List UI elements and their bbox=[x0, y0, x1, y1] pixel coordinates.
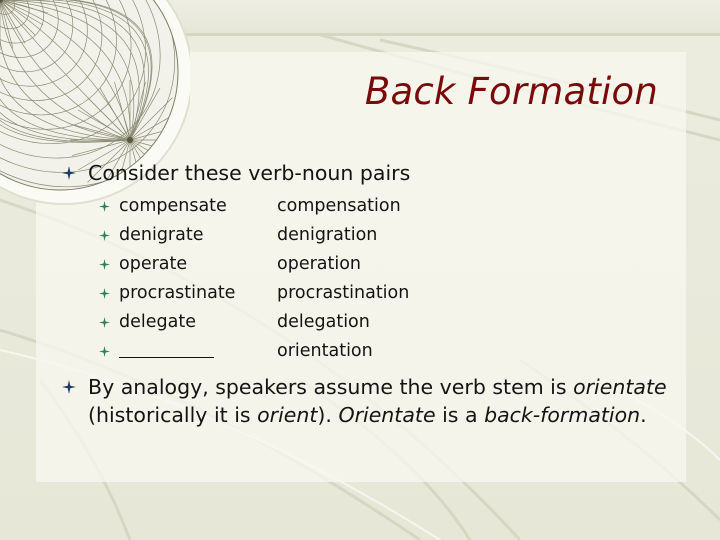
bullet-list: Consider these verb-noun pairs compensat… bbox=[62, 160, 682, 429]
italic-term: orient bbox=[257, 402, 318, 427]
noun: compensation bbox=[277, 196, 401, 216]
verb: denigrate bbox=[119, 225, 204, 245]
star-bullet-icon bbox=[99, 230, 110, 241]
noun: operation bbox=[277, 254, 362, 274]
bullet-text: Consider these verb-noun pairs bbox=[88, 161, 411, 185]
slide-title: Back Formation bbox=[364, 70, 658, 113]
noun: orientation bbox=[277, 341, 373, 361]
verb-blank bbox=[119, 337, 277, 366]
verb-noun-pairs: compensate compensation denigrate denigrat… bbox=[62, 192, 682, 366]
text-segment: is a bbox=[435, 402, 485, 427]
star-bullet-icon bbox=[62, 380, 76, 394]
text-segment: . bbox=[640, 402, 647, 427]
analogy-text: By analogy, speakers assume the verb ste… bbox=[88, 375, 667, 427]
italic-term: Orientate bbox=[338, 402, 436, 427]
text-segment: (historically it is bbox=[88, 402, 258, 427]
bullet-analogy: By analogy, speakers assume the verb ste… bbox=[62, 374, 682, 429]
verb: procrastinate bbox=[119, 283, 236, 303]
star-bullet-icon bbox=[99, 346, 110, 357]
noun: procrastination bbox=[277, 283, 410, 303]
pair-row: denigrate denigration bbox=[62, 221, 682, 250]
header-band bbox=[150, 0, 720, 36]
noun: delegation bbox=[277, 312, 370, 332]
verb: compensate bbox=[119, 196, 227, 216]
verb: delegate bbox=[119, 312, 196, 332]
bullet-consider: Consider these verb-noun pairs bbox=[62, 160, 682, 187]
star-bullet-icon bbox=[99, 288, 110, 299]
pair-row: delegate delegation bbox=[62, 308, 682, 337]
star-bullet-icon bbox=[99, 259, 110, 270]
star-bullet-icon bbox=[62, 166, 76, 180]
fill-in-blank-line bbox=[119, 339, 214, 358]
italic-term: orientate bbox=[573, 375, 667, 399]
noun: denigration bbox=[277, 225, 378, 245]
italic-term: back-formation bbox=[484, 402, 641, 427]
pair-row: orientation bbox=[62, 337, 682, 366]
pair-row: compensate compensation bbox=[62, 192, 682, 221]
pair-row: operate operation bbox=[62, 250, 682, 279]
star-bullet-icon bbox=[99, 201, 110, 212]
star-bullet-icon bbox=[99, 317, 110, 328]
pair-row: procrastinate procrastination bbox=[62, 279, 682, 308]
text-segment: By analogy, speakers assume the verb ste… bbox=[88, 375, 574, 399]
verb: operate bbox=[119, 254, 188, 274]
text-segment: ). bbox=[317, 402, 339, 427]
